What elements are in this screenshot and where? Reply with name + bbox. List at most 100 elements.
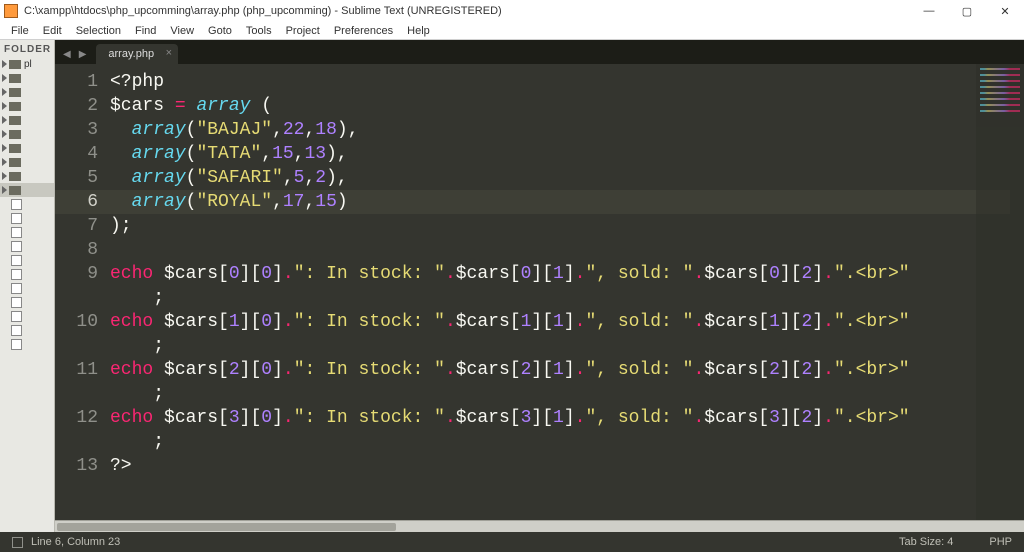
sidebar-item[interactable] [0, 295, 54, 309]
code-line[interactable]: $cars = array ( [110, 94, 1010, 118]
code-line[interactable]: array("TATA",15,13), [110, 142, 1010, 166]
code-line[interactable]: array("SAFARI",5,2), [110, 166, 1010, 190]
code-line[interactable]: ; [110, 334, 1010, 358]
file-icon [11, 325, 22, 336]
status-syntax[interactable]: PHP [989, 536, 1012, 548]
code-line[interactable]: echo $cars[0][0].": In stock: ".$cars[0]… [110, 262, 1010, 286]
code-line[interactable]: ; [110, 286, 1010, 310]
menu-help[interactable]: Help [400, 22, 437, 40]
sidebar-item[interactable] [0, 211, 54, 225]
code-line[interactable]: array("BAJAJ",22,18), [110, 118, 1010, 142]
file-icon [11, 311, 22, 322]
code-line[interactable]: echo $cars[2][0].": In stock: ".$cars[2]… [110, 358, 1010, 382]
close-icon[interactable]: × [166, 47, 172, 59]
sidebar-item[interactable] [0, 337, 54, 351]
sidebar-item[interactable] [0, 281, 54, 295]
sidebar-item[interactable] [0, 155, 54, 169]
chevron-right-icon [2, 144, 7, 152]
window-title: C:\xampp\htdocs\php_upcomming\array.php … [24, 5, 910, 17]
line-number [55, 430, 110, 454]
chevron-right-icon [2, 60, 7, 68]
line-number: 6 [55, 190, 110, 214]
chevron-right-icon [2, 130, 7, 138]
line-number [55, 286, 110, 310]
tab-nav-left-icon[interactable]: ◀ [59, 49, 75, 64]
file-tab[interactable]: array.php × [96, 44, 178, 64]
scrollbar-thumb[interactable] [57, 523, 396, 531]
status-icon[interactable] [12, 537, 23, 548]
file-icon [11, 199, 22, 210]
code-line[interactable]: ; [110, 430, 1010, 454]
sidebar-item[interactable] [0, 225, 54, 239]
sidebar-item[interactable] [0, 71, 54, 85]
menu-tools[interactable]: Tools [239, 22, 279, 40]
sidebar-root-folder[interactable]: pl [0, 57, 54, 71]
menu-goto[interactable]: Goto [201, 22, 239, 40]
line-number: 7 [55, 214, 110, 238]
chevron-right-icon [2, 186, 7, 194]
status-bar: Line 6, Column 23 Tab Size: 4 PHP [0, 532, 1024, 552]
code-line[interactable]: <?php [110, 70, 1010, 94]
chevron-right-icon [2, 116, 7, 124]
sidebar-item[interactable] [0, 141, 54, 155]
horizontal-scrollbar[interactable] [55, 520, 1024, 532]
chevron-right-icon [2, 88, 7, 96]
menu-selection[interactable]: Selection [69, 22, 128, 40]
code-line[interactable]: ?> [110, 454, 1010, 478]
sidebar-item[interactable] [0, 85, 54, 99]
sidebar-item[interactable] [0, 239, 54, 253]
sidebar-item[interactable] [0, 323, 54, 337]
folder-icon [9, 144, 21, 153]
line-number: 8 [55, 238, 110, 262]
code-text-area[interactable]: <?php$cars = array ( array("BAJAJ",22,18… [110, 64, 1010, 520]
code-line[interactable]: echo $cars[3][0].": In stock: ".$cars[3]… [110, 406, 1010, 430]
line-number: 11 [55, 358, 110, 382]
folder-icon [9, 74, 21, 83]
menu-project[interactable]: Project [279, 22, 327, 40]
code-line[interactable]: ; [110, 382, 1010, 406]
file-icon [11, 255, 22, 266]
sidebar-item[interactable] [0, 253, 54, 267]
folder-icon [9, 158, 21, 167]
folder-icon [9, 186, 21, 195]
sidebar-item[interactable] [0, 169, 54, 183]
menu-view[interactable]: View [163, 22, 201, 40]
line-number: 5 [55, 166, 110, 190]
app-icon [4, 4, 18, 18]
file-icon [11, 283, 22, 294]
folder-icon [9, 102, 21, 111]
folder-icon [9, 172, 21, 181]
sidebar-item[interactable] [0, 183, 54, 197]
line-number: 9 [55, 262, 110, 286]
sidebar-item[interactable] [0, 309, 54, 323]
menu-edit[interactable]: Edit [36, 22, 69, 40]
minimize-button[interactable]: — [910, 0, 948, 22]
folder-icon [9, 130, 21, 139]
file-icon [11, 339, 22, 350]
close-button[interactable]: ✕ [986, 0, 1024, 22]
menu-file[interactable]: File [4, 22, 36, 40]
folder-icon [9, 88, 21, 97]
sidebar-item[interactable] [0, 267, 54, 281]
sidebar-item[interactable] [0, 113, 54, 127]
file-icon [11, 241, 22, 252]
code-editor[interactable]: 12345678910111213 <?php$cars = array ( a… [55, 64, 1024, 520]
tab-nav-right-icon[interactable]: ▶ [75, 49, 91, 64]
menu-preferences[interactable]: Preferences [327, 22, 400, 40]
folder-sidebar[interactable]: FOLDER pl [0, 40, 55, 532]
line-number: 2 [55, 94, 110, 118]
sidebar-item[interactable] [0, 99, 54, 113]
chevron-right-icon [2, 102, 7, 110]
minimap[interactable] [976, 64, 1024, 520]
code-line[interactable]: array("ROYAL",17,15) [110, 190, 1010, 214]
tab-bar: ◀ ▶ array.php × [55, 40, 1024, 64]
code-line[interactable]: echo $cars[1][0].": In stock: ".$cars[1]… [110, 310, 1010, 334]
menu-find[interactable]: Find [128, 22, 163, 40]
sidebar-item[interactable] [0, 197, 54, 211]
code-line[interactable] [110, 238, 1010, 262]
status-tabsize[interactable]: Tab Size: 4 [899, 536, 953, 548]
maximize-button[interactable]: ▢ [948, 0, 986, 22]
file-icon [11, 269, 22, 280]
sidebar-item[interactable] [0, 127, 54, 141]
code-line[interactable]: ); [110, 214, 1010, 238]
